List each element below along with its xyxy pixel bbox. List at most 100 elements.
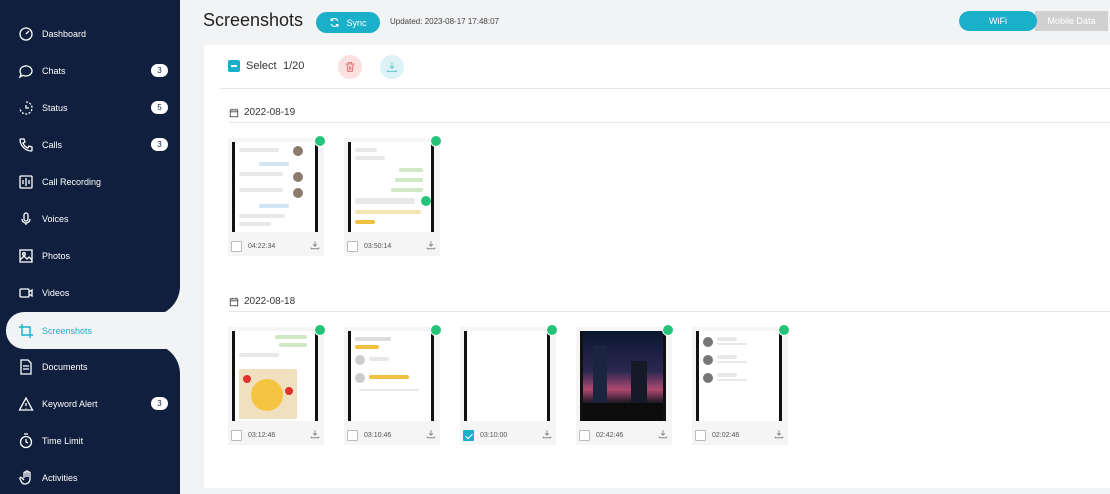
sidebar-item-keyword-alert[interactable]: Keyword Alert 3 [0, 385, 180, 422]
screenshot-thumbnail[interactable] [232, 331, 318, 421]
screenshot-thumbnail[interactable] [696, 331, 782, 421]
app-icon [662, 324, 674, 336]
sidebar-item-screenshots[interactable]: Screenshots [6, 312, 180, 349]
screenshot-thumbnail[interactable] [232, 142, 318, 232]
group-date: 2022-08-18 [244, 296, 296, 307]
screenshot-time: 04:22:34 [248, 242, 276, 250]
network-toggle: Mobile Data WiFi [959, 11, 1110, 31]
mobile-data-option[interactable]: Mobile Data [1035, 11, 1108, 31]
sidebar-item-time-limit[interactable]: Time Limit [0, 422, 180, 459]
screenshot-time: 03:50:14 [364, 242, 392, 250]
alert-icon [18, 396, 34, 412]
download-icon [386, 62, 398, 73]
screenshot-card[interactable]: 03:10:00 [460, 324, 558, 445]
app-icon [430, 324, 442, 336]
screenshot-thumbnail[interactable] [348, 142, 434, 232]
download-icon[interactable] [542, 429, 552, 439]
screenshot-checkbox[interactable] [695, 429, 706, 441]
wifi-option[interactable]: WiFi [959, 11, 1037, 31]
sidebar-item-label: Chats [42, 65, 66, 76]
timer-icon [18, 432, 34, 449]
sync-label: Sync [346, 17, 367, 28]
chats-count-badge: 3 [151, 64, 168, 77]
sidebar-item-label: Dashboard [42, 28, 87, 39]
calls-count-badge: 3 [151, 138, 168, 151]
screenshot-checkbox[interactable] [231, 240, 242, 252]
screenshot-card[interactable]: 02:02:46 [692, 324, 790, 445]
sync-button[interactable]: Sync [316, 12, 380, 33]
video-icon [18, 285, 34, 301]
sidebar-item-label: Videos [42, 287, 70, 298]
app-icon [778, 324, 790, 336]
download-icon[interactable] [658, 429, 668, 439]
date-divider [229, 122, 1110, 123]
hand-icon [18, 469, 34, 486]
sidebar-item-label: Screenshots [42, 325, 93, 336]
status-icon [18, 100, 34, 116]
date-group-header: 2022-08-18 [229, 296, 295, 307]
download-icon[interactable] [310, 429, 320, 439]
sidebar-item-call-recording[interactable]: Call Recording [0, 163, 180, 200]
call-recording-icon [18, 174, 34, 190]
microphone-icon [18, 211, 34, 227]
select-label: Select [246, 60, 277, 72]
download-selected-button[interactable] [380, 55, 404, 79]
screenshot-time: 03:12:46 [248, 431, 276, 439]
sidebar-item-label: Voices [42, 213, 69, 224]
sidebar-item-label: Documents [42, 361, 88, 372]
chat-icon [18, 63, 34, 79]
screenshot-card[interactable]: 03:50:14 [344, 135, 442, 256]
screenshot-thumbnail[interactable] [464, 331, 550, 421]
screenshot-time: 03:10:46 [364, 431, 392, 439]
screenshot-checkbox[interactable] [463, 429, 474, 441]
screenshot-card[interactable]: 03:10:46 [344, 324, 442, 445]
screenshot-card[interactable]: 03:12:46 [228, 324, 326, 445]
sidebar-item-label: Activities [42, 472, 78, 483]
screenshot-checkbox[interactable] [579, 429, 590, 441]
last-updated-text: Updated: 2023-08-17 17:48:07 [390, 17, 499, 26]
app-icon [546, 324, 558, 336]
sidebar-item-label: Status [42, 102, 68, 113]
download-icon[interactable] [426, 240, 436, 250]
dashboard-icon [18, 26, 34, 42]
sidebar-item-activities[interactable]: Activities [0, 459, 180, 494]
sidebar-item-voices[interactable]: Voices [0, 200, 180, 237]
screenshot-time: 02:42:46 [596, 431, 624, 439]
sidebar-item-label: Keyword Alert [42, 398, 98, 409]
sidebar-item-chats[interactable]: Chats 3 [0, 52, 180, 89]
download-icon[interactable] [426, 429, 436, 439]
sidebar-item-label: Photos [42, 250, 71, 261]
screenshot-checkbox[interactable] [231, 429, 242, 441]
delete-button[interactable] [338, 55, 362, 79]
screenshot-checkbox[interactable] [347, 240, 358, 252]
download-icon[interactable] [774, 429, 784, 439]
sidebar-item-status[interactable]: Status 5 [0, 89, 180, 126]
calendar-icon [229, 108, 239, 117]
screenshot-card[interactable]: 02:42:46 [576, 324, 674, 445]
sidebar-item-videos[interactable]: Videos [0, 274, 180, 311]
group-date: 2022-08-19 [244, 107, 296, 118]
sidebar-item-documents[interactable]: Documents [0, 348, 180, 385]
keyword-alert-count-badge: 3 [151, 397, 168, 410]
screenshot-time: 02:02:46 [712, 431, 740, 439]
screenshot-thumbnail[interactable] [348, 331, 434, 421]
whatsapp-icon [430, 135, 442, 147]
sidebar-item-label: Call Recording [42, 176, 102, 187]
screenshot-thumbnail[interactable] [580, 331, 666, 421]
phone-icon [18, 137, 34, 153]
sidebar-item-calls[interactable]: Calls 3 [0, 126, 180, 163]
screenshot-checkbox[interactable] [347, 429, 358, 441]
calendar-icon [229, 297, 239, 306]
sync-icon [330, 18, 339, 27]
date-divider [229, 311, 1110, 312]
page-title: Screenshots [203, 10, 304, 30]
date-group-header: 2022-08-19 [229, 107, 295, 118]
download-icon[interactable] [310, 240, 320, 250]
sidebar-item-photos[interactable]: Photos [0, 237, 180, 274]
screenshot-card[interactable]: 04:22:34 [228, 135, 326, 256]
select-all-checkbox[interactable] [228, 60, 240, 72]
crop-icon [18, 323, 34, 339]
selection-count: 1/20 [283, 60, 305, 72]
sidebar-item-label: Time Limit [42, 435, 84, 446]
sidebar-item-dashboard[interactable]: Dashboard [0, 15, 180, 52]
